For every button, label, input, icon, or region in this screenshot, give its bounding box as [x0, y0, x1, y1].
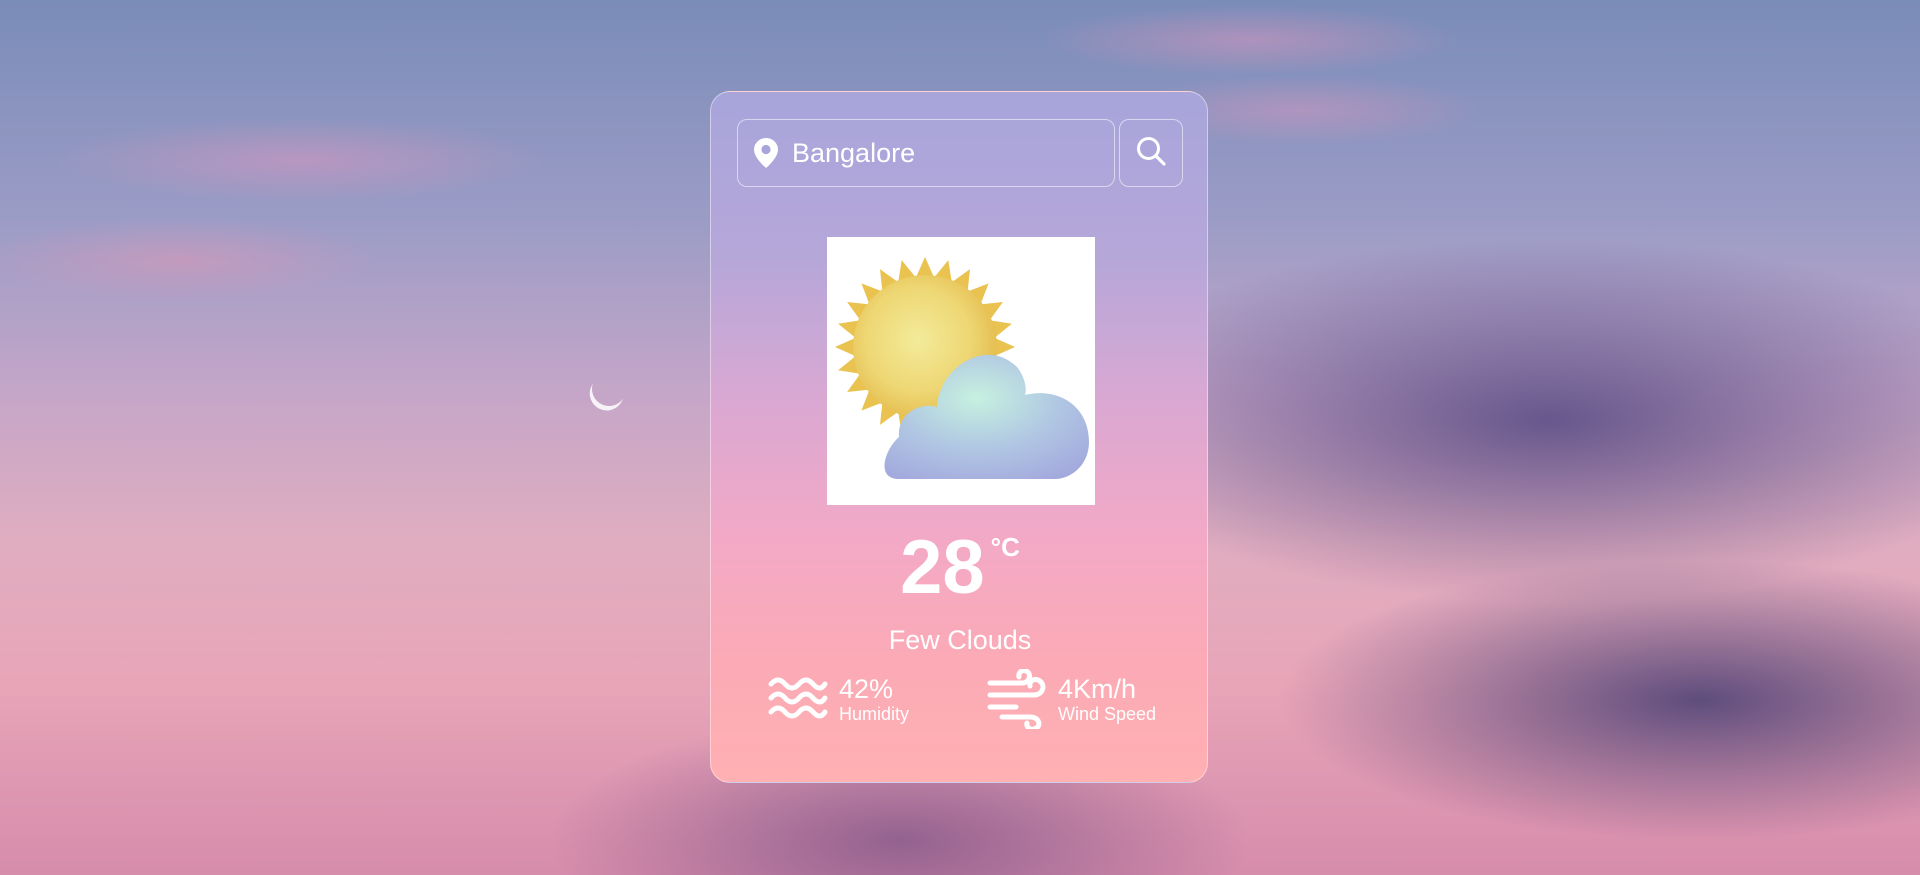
- location-pin-icon: [752, 136, 780, 170]
- temperature-value: 28: [900, 525, 985, 610]
- temperature-unit: °C: [990, 532, 1020, 562]
- search-icon: [1135, 135, 1167, 172]
- water-waves-icon: [767, 670, 829, 728]
- search-box: [737, 119, 1115, 187]
- humidity-label: Humidity: [839, 704, 910, 724]
- humidity-stat: 42% Humidity: [767, 670, 909, 728]
- wind-speed-stat: 4Km/h Wind Speed: [986, 669, 1157, 729]
- humidity-value: 42%: [839, 674, 894, 704]
- city-search-input[interactable]: [792, 137, 1092, 169]
- temperature-display: 28 °C: [711, 530, 1207, 606]
- sun-behind-cloud-icon: [835, 257, 1089, 479]
- weather-card: 28°C Few Clouds 42% Humidity 4Km/h: [710, 91, 1208, 783]
- wind-icon: [986, 669, 1048, 729]
- weather-description: Few Clouds: [888, 625, 1032, 655]
- wind-speed-value: 4Km/h: [1058, 674, 1137, 704]
- wind-speed-label: Wind Speed: [1058, 704, 1157, 724]
- search-button[interactable]: [1119, 119, 1183, 187]
- weather-condition-image: [827, 237, 1095, 505]
